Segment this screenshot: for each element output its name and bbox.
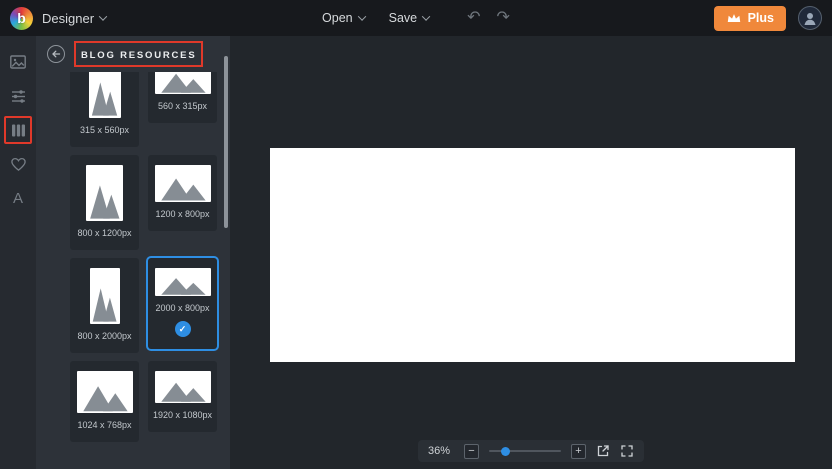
zoom-slider-handle[interactable] xyxy=(500,446,510,456)
zoom-in-button[interactable]: + xyxy=(571,443,586,459)
panel-title-annotation: BLOG RESOURCES xyxy=(74,41,204,67)
plus-label: Plus xyxy=(747,11,774,25)
image-placeholder-icon xyxy=(88,72,121,118)
templates-panel: BLOG RESOURCES 315 x 560px ✓ 560 x 315px… xyxy=(36,36,230,469)
template-size-option[interactable]: 1920 x 1080px ✓ xyxy=(148,361,217,432)
image-placeholder-icon xyxy=(86,165,123,221)
image-placeholder-icon xyxy=(154,268,211,296)
redo-icon[interactable]: ↷ xyxy=(497,10,510,26)
template-size-option[interactable]: 800 x 2000px ✓ xyxy=(70,258,139,353)
template-size-label: 800 x 2000px xyxy=(77,331,132,341)
panel-scrollbar[interactable] xyxy=(224,56,228,228)
plus-button[interactable]: Plus xyxy=(713,5,786,31)
panel-title: BLOG RESOURCES xyxy=(81,50,197,61)
template-size-label: 1200 x 800px xyxy=(155,209,210,219)
zoom-out-button[interactable]: − xyxy=(464,443,479,459)
zoom-level: 36% xyxy=(428,445,451,457)
sidebar-item-edit[interactable] xyxy=(4,82,32,110)
topbar: b Designer Open Save ↶ ↷ Plus xyxy=(0,0,832,36)
topbar-right: Plus xyxy=(713,5,822,31)
crown-icon xyxy=(727,14,740,22)
image-manager-icon xyxy=(10,55,26,69)
template-size-option[interactable]: 1024 x 768px ✓ xyxy=(70,361,139,442)
open-label: Open xyxy=(322,11,353,25)
sidebar-item-favorites[interactable] xyxy=(4,150,32,178)
app-title: Designer xyxy=(42,10,95,26)
template-size-option[interactable]: 1200 x 800px ✓ xyxy=(148,155,217,231)
templates-grid: 315 x 560px ✓ 560 x 315px ✓ 800 x 1200px… xyxy=(36,72,230,442)
panel-header: BLOG RESOURCES xyxy=(36,36,230,72)
arrow-left-icon xyxy=(52,50,61,58)
chevron-down-icon xyxy=(98,12,108,21)
topbar-left: b Designer xyxy=(10,6,108,30)
template-size-option[interactable]: 560 x 315px ✓ xyxy=(148,72,217,123)
canvas-area: 36% − + xyxy=(230,36,832,469)
template-size-label: 560 x 315px xyxy=(157,101,208,111)
person-icon xyxy=(804,13,816,25)
image-placeholder-icon xyxy=(154,165,211,202)
template-size-label: 315 x 560px xyxy=(79,125,130,135)
sidebar-rail: A xyxy=(0,36,36,469)
image-placeholder-icon xyxy=(89,268,120,324)
zoom-slider-track xyxy=(489,450,561,452)
template-size-option[interactable]: 315 x 560px ✓ xyxy=(70,72,139,147)
designer-menu[interactable]: Designer xyxy=(42,10,108,26)
fit-screen-button[interactable] xyxy=(620,444,634,458)
save-menu[interactable]: Save xyxy=(388,11,431,25)
favorites-heart-icon xyxy=(10,157,26,171)
fit-screen-icon xyxy=(621,445,633,457)
befunky-logo[interactable]: b xyxy=(10,6,33,30)
zoom-toolbar: 36% − + xyxy=(418,440,644,462)
templates-scroll-area: 315 x 560px ✓ 560 x 315px ✓ 800 x 1200px… xyxy=(36,72,230,469)
sidebar-item-templates[interactable] xyxy=(4,116,32,144)
template-size-label: 2000 x 800px xyxy=(155,303,210,313)
image-placeholder-icon xyxy=(154,371,211,403)
open-menu[interactable]: Open xyxy=(322,11,366,25)
edit-sliders-icon xyxy=(11,89,25,103)
template-size-label: 800 x 1200px xyxy=(77,228,132,238)
sidebar-item-image-manager[interactable] xyxy=(4,48,32,76)
open-in-new-button[interactable] xyxy=(596,444,610,458)
back-button[interactable] xyxy=(47,45,65,63)
templates-columns-icon xyxy=(11,124,25,136)
template-size-option[interactable]: 800 x 1200px ✓ xyxy=(70,155,139,250)
save-label: Save xyxy=(388,11,418,25)
topbar-center: Open Save ↶ ↷ xyxy=(322,0,510,36)
template-size-option[interactable]: 2000 x 800px ✓ xyxy=(148,258,217,349)
design-canvas[interactable] xyxy=(270,148,795,362)
template-size-label: 1024 x 768px xyxy=(77,420,132,430)
content: A BLOG RESOURCES 315 x 560px 560 x 315px… xyxy=(0,36,832,469)
image-placeholder-icon xyxy=(76,371,133,413)
designer-app: b Designer Open Save ↶ ↷ Plus A BLOG RES… xyxy=(0,0,832,469)
history-buttons: ↶ ↷ xyxy=(467,10,510,26)
logo-letter: b xyxy=(17,10,26,26)
selected-check-icon: ✓ xyxy=(174,321,191,337)
undo-icon[interactable]: ↶ xyxy=(467,10,480,26)
zoom-slider[interactable] xyxy=(489,444,561,458)
chevron-down-icon xyxy=(357,12,366,21)
image-placeholder-icon xyxy=(154,72,211,94)
avatar[interactable] xyxy=(798,6,822,30)
text-tool-icon: A xyxy=(12,189,23,207)
sidebar-item-text[interactable]: A xyxy=(4,184,32,212)
open-in-new-icon xyxy=(597,445,609,457)
template-size-label: 1920 x 1080px xyxy=(152,410,213,420)
chevron-down-icon xyxy=(421,12,431,21)
